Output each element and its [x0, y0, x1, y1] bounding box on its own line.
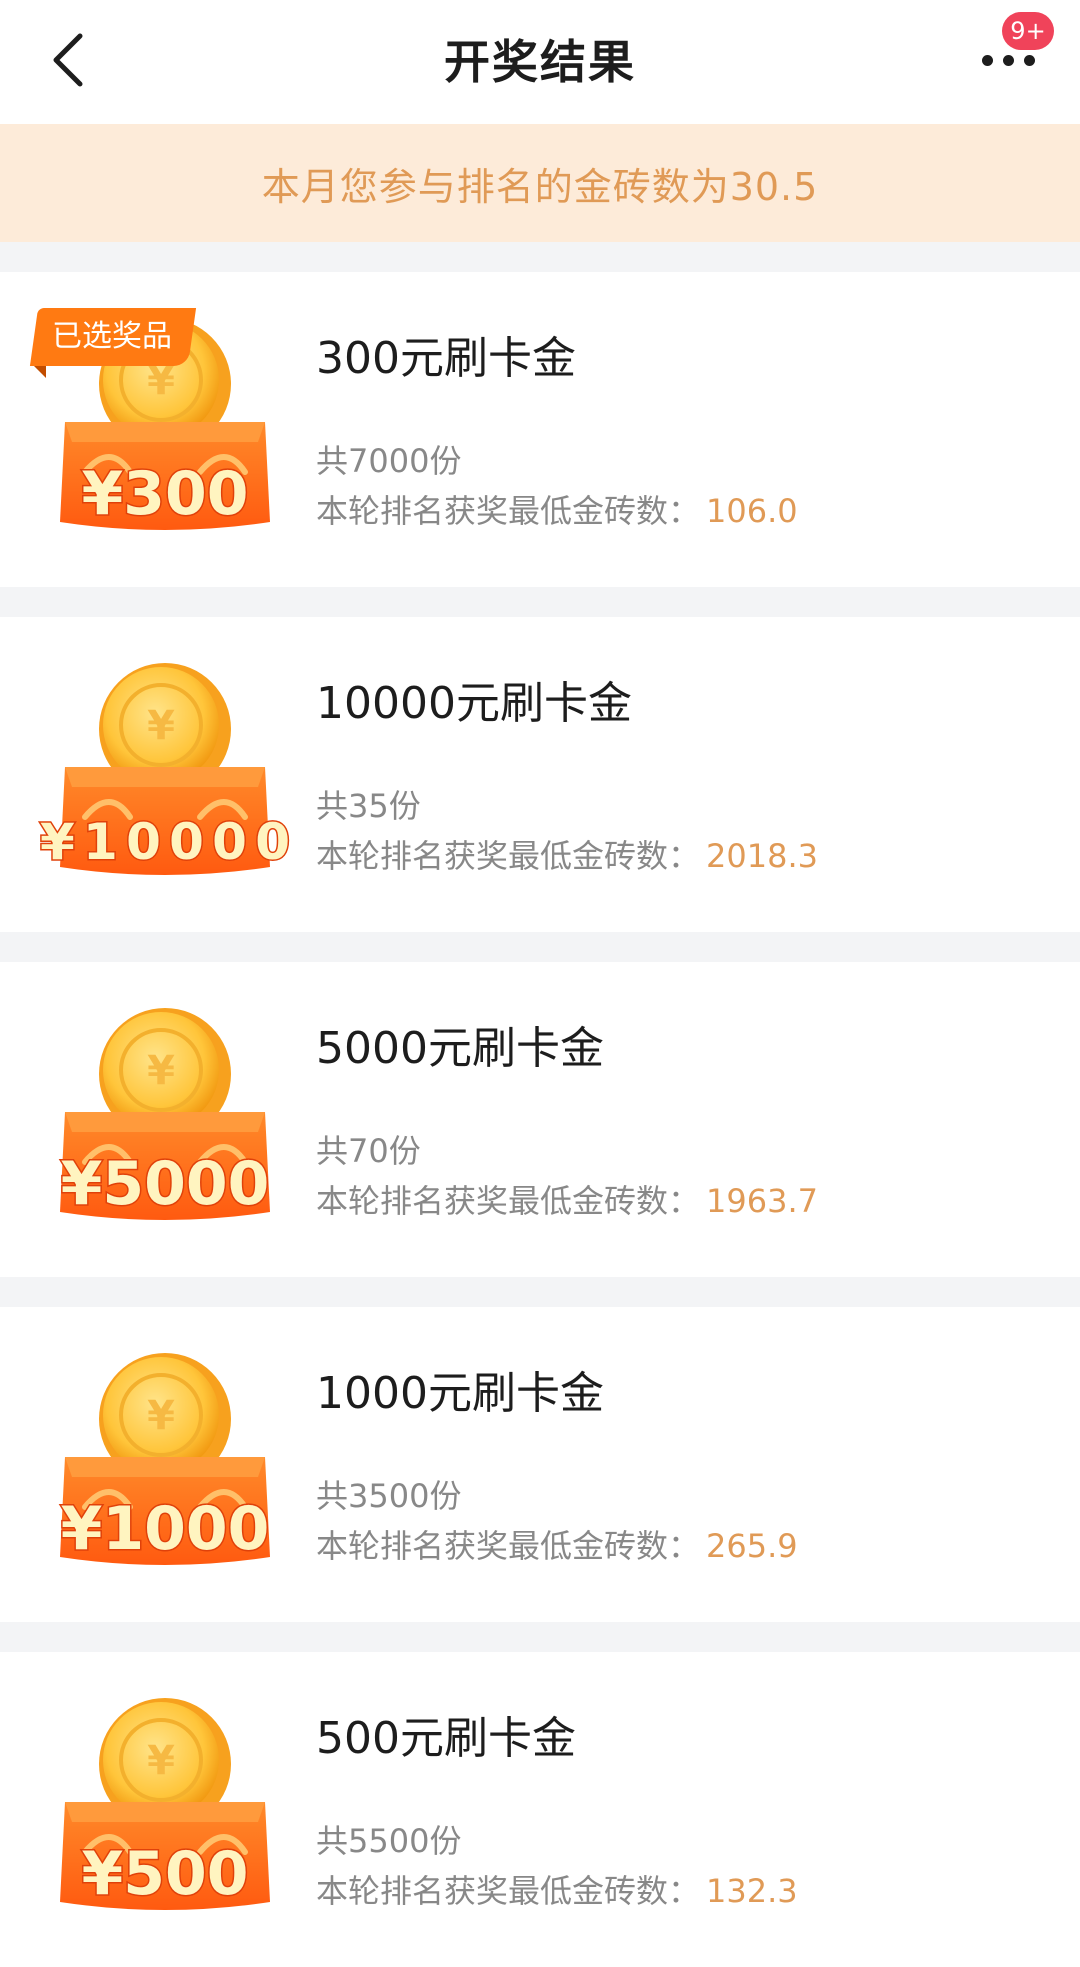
svg-text:¥: ¥ — [147, 1738, 175, 1784]
prize-count: 共35份 — [316, 787, 421, 825]
prize-giftbox-image: ¥ ¥1000 — [30, 1337, 300, 1587]
gift-box-coin-icon: ¥ ¥1000 — [59, 1353, 271, 1566]
prize-count: 共7000份 — [316, 442, 462, 480]
prize-threshold: 本轮排名获奖最低金砖数： 265.9 — [316, 1527, 798, 1565]
prize-name: 5000元刷卡金 — [316, 1023, 604, 1074]
prize-amount-label: ¥500 — [82, 1839, 249, 1909]
prize-list: ¥ ¥300 已选奖品 300元刷卡金 共7000份 本轮排名获奖最低金砖数： 1… — [0, 272, 1080, 1967]
prize-count: 共70份 — [316, 1132, 421, 1170]
prize-count: 共5500份 — [316, 1822, 462, 1860]
prize-amount-label: ¥5000 — [61, 1149, 270, 1219]
prize-threshold: 本轮排名获奖最低金砖数： 132.3 — [316, 1872, 798, 1910]
prize-card[interactable]: ¥ ¥500 500元刷卡金 共5500份 本轮排名获奖最低金砖数： 132.3 — [0, 1652, 1080, 1967]
min-bricks-value: 265.9 — [706, 1527, 798, 1565]
prize-card[interactable]: ¥ ¥10000 10000元刷卡金 共35份 本轮排名获奖最低金砖数： 2018… — [0, 617, 1080, 932]
prize-count: 共3500份 — [316, 1477, 462, 1515]
prize-card[interactable]: ¥ ¥5000 5000元刷卡金 共70份 本轮排名获奖最低金砖数： 1963.7 — [0, 962, 1080, 1277]
top-bar: 开奖结果 9+ — [0, 0, 1080, 124]
min-bricks-value: 2018.3 — [706, 837, 818, 875]
page-title: 开奖结果 — [444, 35, 636, 89]
svg-text:¥: ¥ — [147, 1393, 175, 1439]
prize-name: 500元刷卡金 — [316, 1713, 576, 1764]
prize-threshold: 本轮排名获奖最低金砖数： 1963.7 — [316, 1182, 818, 1220]
gift-box-coin-icon: ¥ ¥5000 — [59, 1008, 271, 1221]
svg-text:¥: ¥ — [147, 1048, 175, 1094]
prize-name: 10000元刷卡金 — [316, 678, 632, 729]
gift-box-coin-icon: ¥ ¥500 — [60, 1698, 270, 1911]
prize-amount-label: ¥300 — [82, 459, 249, 529]
prize-giftbox-image: ¥ ¥5000 — [30, 992, 300, 1242]
min-bricks-value: 1963.7 — [706, 1182, 818, 1220]
prize-name: 300元刷卡金 — [316, 333, 576, 384]
min-bricks-value: 132.3 — [706, 1872, 798, 1910]
more-icon — [981, 54, 993, 66]
min-bricks-value: 106.0 — [706, 492, 798, 530]
selected-prize-tag: 已选奖品 — [29, 308, 197, 366]
notification-badge: 9+ — [1002, 12, 1054, 50]
prize-threshold: 本轮排名获奖最低金砖数： 106.0 — [316, 492, 798, 530]
prize-giftbox-image: ¥ ¥500 — [30, 1682, 300, 1932]
svg-text:¥: ¥ — [147, 703, 175, 749]
prize-name: 1000元刷卡金 — [316, 1368, 604, 1419]
prize-giftbox-image: ¥ ¥10000 — [30, 647, 300, 897]
prize-threshold: 本轮排名获奖最低金砖数： 2018.3 — [316, 837, 818, 875]
prize-amount-label: ¥1000 — [61, 1494, 270, 1564]
prize-card[interactable]: ¥ ¥300 已选奖品 300元刷卡金 共7000份 本轮排名获奖最低金砖数： 1… — [0, 272, 1080, 587]
prize-card[interactable]: ¥ ¥1000 1000元刷卡金 共3500份 本轮排名获奖最低金砖数： 265.… — [0, 1307, 1080, 1622]
brick-count-notice: 本月您参与排名的金砖数为30.5 — [0, 124, 1080, 242]
gift-box-coin-icon: ¥ ¥10000 — [39, 663, 292, 875]
